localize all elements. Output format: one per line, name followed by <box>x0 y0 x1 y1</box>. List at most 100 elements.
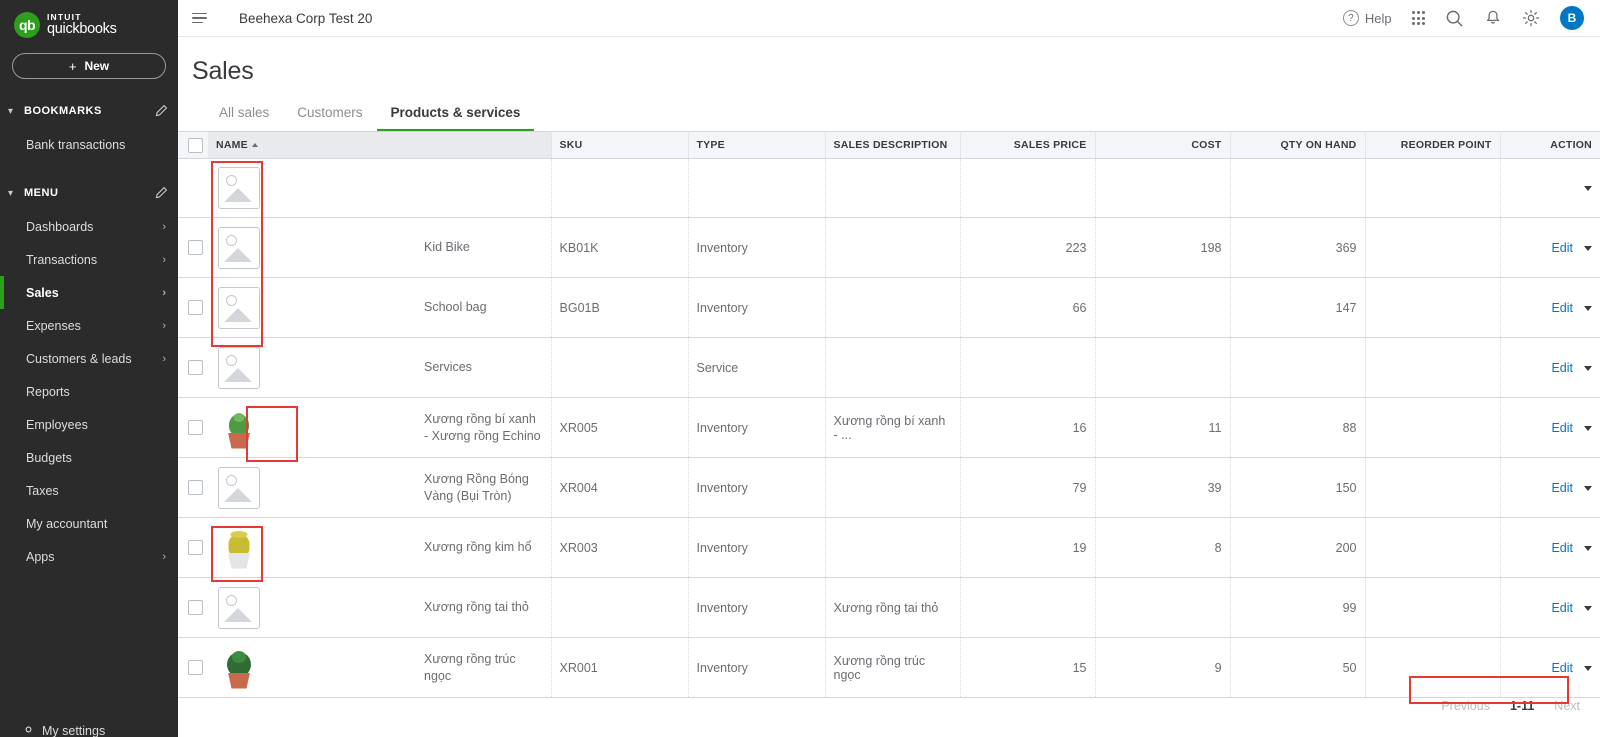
table-row[interactable]: Kid Bike KB01K Inventory 223 198 369 Edit <box>178 217 1600 278</box>
row-reorder-point-cell <box>1365 217 1501 278</box>
page-title: Sales <box>192 57 254 85</box>
sidebar-item-apps[interactable]: Apps › <box>0 540 178 573</box>
row-name-cell: Xương Rồng Bóng Vàng (Bụi Tròn) <box>416 457 552 518</box>
sidebar-item-taxes[interactable]: Taxes <box>0 474 178 507</box>
pencil-icon[interactable] <box>154 186 168 200</box>
table-row[interactable]: Xương Rồng Bóng Vàng (Bụi Tròn) XR004 Inve… <box>178 457 1600 518</box>
row-type-cell: Inventory <box>688 637 826 698</box>
column-header-action[interactable]: ACTION <box>1500 131 1600 159</box>
row-action-caret[interactable] <box>1584 605 1592 611</box>
table-row[interactable]: Xương rồng bí xanh - Xương rồng Echino XR… <box>178 397 1600 458</box>
edit-link[interactable]: Edit <box>1551 661 1573 675</box>
column-header-qty-on-hand[interactable]: QTY ON HAND <box>1230 131 1366 159</box>
row-action-caret[interactable] <box>1584 485 1592 491</box>
sidebar-item-reports[interactable]: Reports <box>0 375 178 408</box>
row-action-caret[interactable] <box>1584 305 1592 311</box>
edit-link[interactable]: Edit <box>1551 241 1573 255</box>
bookmarks-section-header[interactable]: ▾ BOOKMARKS <box>0 94 178 128</box>
product-name: School bag <box>424 300 487 315</box>
row-checkbox[interactable] <box>188 420 203 435</box>
row-action-cell: Edit <box>1500 637 1600 698</box>
sidebar-item-expenses[interactable]: Expenses › <box>0 309 178 342</box>
new-button[interactable]: + New <box>12 53 166 79</box>
row-checkbox[interactable] <box>188 540 203 555</box>
tab-customers[interactable]: Customers <box>283 105 376 132</box>
row-checkbox[interactable] <box>188 660 203 675</box>
row-action-caret[interactable] <box>1584 425 1592 431</box>
edit-link[interactable]: Edit <box>1551 481 1573 495</box>
table-row[interactable]: Xương rồng kim hổ XR003 Inventory 19 8 200 Edi… <box>178 517 1600 578</box>
sidebar-item-employees[interactable]: Employees <box>0 408 178 441</box>
sidebar-item-label: Expenses <box>26 318 81 333</box>
help-button[interactable]: ? Help <box>1342 10 1392 26</box>
gear-icon[interactable] <box>1522 9 1540 27</box>
page-header: Sales All sales Customers Products & ser… <box>178 37 1600 132</box>
select-all-checkbox[interactable] <box>188 137 203 153</box>
tab-products-and-services[interactable]: Products & services <box>376 105 535 132</box>
row-checkbox[interactable] <box>188 360 203 375</box>
row-sales-price-cell <box>960 577 1096 638</box>
row-sales-price-cell: 223 <box>960 217 1096 278</box>
table-row[interactable]: School bag BG01B Inventory 66 147 Edit <box>178 277 1600 338</box>
next-page-button[interactable]: Next <box>1554 699 1580 713</box>
hamburger-collapse-icon[interactable] <box>192 12 209 24</box>
edit-link[interactable]: Edit <box>1551 541 1573 555</box>
pagination: Previous 1-11 Next <box>1441 699 1580 713</box>
column-header-sales-price[interactable]: SALES PRICE <box>960 131 1096 159</box>
product-name: Xương Rồng Bóng Vàng (Bụi Tròn) <box>424 472 529 503</box>
row-action-caret[interactable] <box>1584 245 1592 251</box>
bell-icon[interactable] <box>1484 9 1502 27</box>
column-header-cost[interactable]: COST <box>1095 131 1231 159</box>
row-select-cell <box>178 397 208 458</box>
sidebar-item-customers-and-leads[interactable]: Customers & leads › <box>0 342 178 375</box>
tab-all-sales[interactable]: All sales <box>205 105 283 132</box>
sidebar-item-transactions[interactable]: Transactions › <box>0 243 178 276</box>
column-header-sku[interactable]: SKU <box>551 131 689 159</box>
row-reorder-point-cell <box>1365 637 1501 698</box>
table-row[interactable]: Xương rồng trúc ngọc XR001 Inventory Xương … <box>178 637 1600 698</box>
row-checkbox[interactable] <box>188 240 203 255</box>
edit-link[interactable]: Edit <box>1551 301 1573 315</box>
row-sku-cell <box>551 337 689 398</box>
edit-link[interactable]: Edit <box>1551 421 1573 435</box>
row-action-cell: Edit <box>1500 517 1600 578</box>
row-checkbox[interactable] <box>188 600 203 615</box>
row-checkbox[interactable] <box>188 480 203 495</box>
brand-logo[interactable]: qb INTUIT quickbooks <box>0 0 178 42</box>
sidebar-item-sales[interactable]: Sales › <box>0 276 178 309</box>
chevron-right-icon: › <box>162 319 166 332</box>
row-sales-price-cell: 79 <box>960 457 1096 518</box>
pencil-icon[interactable] <box>154 104 168 118</box>
table-row[interactable] <box>178 158 1600 218</box>
sidebar-item-label: Employees <box>26 417 88 432</box>
sidebar-item-budgets[interactable]: Budgets <box>0 441 178 474</box>
previous-page-button[interactable]: Previous <box>1441 699 1490 713</box>
row-action-caret[interactable] <box>1584 665 1592 671</box>
sidebar-item-label: Bank transactions <box>26 137 126 152</box>
column-header-name[interactable]: NAME <box>208 131 552 159</box>
row-action-caret[interactable] <box>1584 186 1592 192</box>
column-header-reorder-point[interactable]: REORDER POINT <box>1365 131 1501 159</box>
table-row[interactable]: Services Service Edit <box>178 337 1600 398</box>
column-header-type[interactable]: TYPE <box>688 131 826 159</box>
product-name: Xương rồng trúc ngọc <box>424 652 516 683</box>
column-header-sales-description[interactable]: SALES DESCRIPTION <box>825 131 961 159</box>
apps-grid-icon[interactable] <box>1411 11 1425 25</box>
top-bar-actions: ? Help B <box>1342 6 1584 30</box>
row-checkbox[interactable] <box>188 300 203 315</box>
search-icon[interactable] <box>1445 9 1464 28</box>
avatar[interactable]: B <box>1560 6 1584 30</box>
sidebar-item-my-settings[interactable]: My settings <box>0 719 178 737</box>
row-action-caret[interactable] <box>1584 545 1592 551</box>
table-row[interactable]: Xương rồng tai thỏ Inventory Xương rồng ta… <box>178 577 1600 638</box>
row-select-cell <box>178 637 208 698</box>
product-name: Xương rồng bí xanh - Xương rồng Echino <box>424 412 541 443</box>
row-action-caret[interactable] <box>1584 365 1592 371</box>
sidebar-item-dashboards[interactable]: Dashboards › <box>0 210 178 243</box>
sidebar-item-my-accountant[interactable]: My accountant <box>0 507 178 540</box>
edit-link[interactable]: Edit <box>1551 601 1573 615</box>
row-cost-cell <box>1095 277 1231 338</box>
edit-link[interactable]: Edit <box>1551 361 1573 375</box>
menu-section-header[interactable]: ▾ MENU <box>0 176 178 210</box>
sidebar-item-bank-transactions[interactable]: Bank transactions <box>0 128 178 161</box>
